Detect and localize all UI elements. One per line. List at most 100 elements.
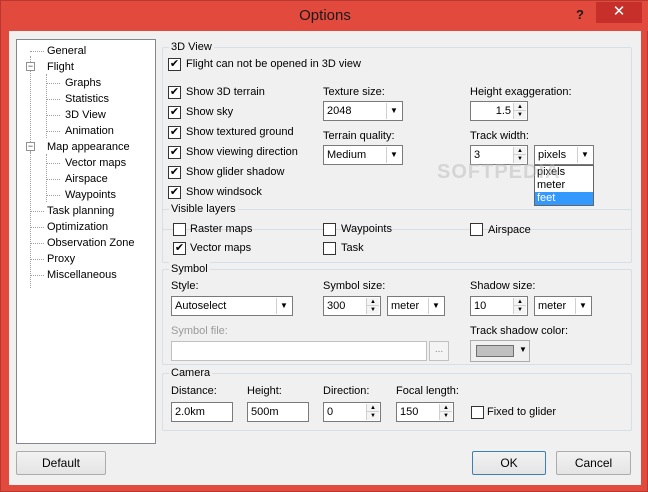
symbol-size-spinner[interactable]: ▲ ▼ [366,298,379,314]
title-bar[interactable]: Options ? ✕ [1,1,648,31]
texture-size-select[interactable]: 2048 ▼ [323,101,403,121]
height-exaggeration-input[interactable]: 1.5 ▲ ▼ [470,101,528,121]
dropdown-option-feet[interactable]: feet [535,192,593,205]
terrain-quality-select[interactable]: Medium ▼ [323,145,403,165]
style-value: Autoselect [175,300,227,312]
raster-maps-checkbox[interactable] [173,223,186,236]
shadow-size-unit-select[interactable]: meter ▼ [534,296,592,316]
group-title: Symbol [169,262,210,276]
symbol-size-unit-select[interactable]: meter ▼ [387,296,445,316]
tree-item-map-appearance[interactable]: Map appearance [47,139,130,155]
terrain-quality-value: Medium [327,149,367,161]
chevron-down-icon: ▼ [386,147,401,163]
focal-length-label: Focal length: [396,385,459,397]
group-title: Camera [169,366,213,380]
tree-item-vector-maps[interactable]: Vector maps [65,155,126,171]
show-textured-ground-checkbox[interactable]: ✔ [168,126,181,139]
tree-item-animation[interactable]: Animation [65,123,114,139]
raster-maps-label: Raster maps [190,223,253,235]
spin-down-icon[interactable]: ▼ [440,412,452,420]
symbol-file-input[interactable] [171,341,427,361]
tree-line [30,51,44,52]
cant-open-checkbox[interactable]: ✔ [168,58,181,71]
collapse-icon[interactable]: − [26,142,35,151]
tree-item-graphs[interactable]: Graphs [65,75,101,91]
tree-item-task-planning[interactable]: Task planning [47,203,114,219]
height-exaggeration-spinner[interactable]: ▲ ▼ [513,103,526,119]
direction-input[interactable]: 0 ▲ ▼ [323,402,381,422]
tree-item-observation-zone[interactable]: Observation Zone [47,235,134,251]
spin-up-icon[interactable]: ▲ [367,298,379,306]
tree-item-statistics[interactable]: Statistics [65,91,109,107]
spin-up-icon[interactable]: ▲ [514,103,526,111]
visible-layers-group: Visible layers Raster maps Waypoints Air… [162,202,632,263]
tree-line [30,152,31,288]
show-glider-shadow-checkbox[interactable]: ✔ [168,166,181,179]
chevron-down-icon: ▼ [386,103,401,119]
distance-input[interactable]: 2.0km [171,402,233,422]
tree-line [30,243,44,244]
options-tree[interactable]: General − Flight Graphs Statistics 3D Vi… [16,39,156,444]
spin-down-icon[interactable]: ▼ [514,111,526,119]
spin-down-icon[interactable]: ▼ [367,412,379,420]
airspace-checkbox[interactable] [470,223,483,236]
track-shadow-color-button[interactable]: ▼ [470,340,530,362]
spin-up-icon[interactable]: ▲ [440,404,452,412]
distance-label: Distance: [171,385,217,397]
show-windsock-checkbox[interactable]: ✔ [168,186,181,199]
waypoints-label: Waypoints [341,223,392,235]
height-input[interactable]: 500m [247,402,309,422]
browse-button[interactable]: ... [429,341,449,361]
tree-item-airspace[interactable]: Airspace [65,171,108,187]
direction-label: Direction: [323,385,370,397]
spin-down-icon[interactable]: ▼ [514,306,526,314]
show-textured-ground-label: Show textured ground [186,126,294,138]
help-button[interactable]: ? [573,7,587,23]
style-select[interactable]: Autoselect ▼ [171,296,293,316]
tree-line [46,131,60,132]
direction-spinner[interactable]: ▲ ▼ [366,404,379,420]
shadow-size-input[interactable]: 10 ▲ ▼ [470,296,528,316]
texture-size-label: Texture size: [323,86,385,98]
tree-line [30,227,44,228]
focal-length-spinner[interactable]: ▲ ▼ [439,404,452,420]
cancel-button[interactable]: Cancel [556,451,631,475]
symbol-size-value: 300 [327,300,346,312]
track-width-value: 3 [474,149,481,161]
tree-line [30,211,44,212]
color-swatch [476,345,514,357]
tree-item-waypoints[interactable]: Waypoints [65,187,116,203]
shadow-size-spinner[interactable]: ▲ ▼ [513,298,526,314]
show-3d-terrain-checkbox[interactable]: ✔ [168,86,181,99]
texture-size-value: 2048 [327,105,352,117]
tree-item-optimization[interactable]: Optimization [47,219,108,235]
tree-item-proxy[interactable]: Proxy [47,251,75,267]
chevron-down-icon: ▼ [276,298,291,314]
show-sky-checkbox[interactable]: ✔ [168,106,181,119]
tree-item-3d-view[interactable]: 3D View [65,107,106,123]
show-3d-terrain-label: Show 3D terrain [186,86,265,98]
collapse-icon[interactable]: − [26,62,35,71]
chevron-down-icon: ▼ [577,147,592,163]
tree-line [46,115,60,116]
waypoints-checkbox[interactable] [323,223,336,236]
spin-up-icon[interactable]: ▲ [514,298,526,306]
default-button[interactable]: Default [16,451,106,475]
symbol-size-input[interactable]: 300 ▲ ▼ [323,296,381,316]
focal-length-input[interactable]: 150 ▲ ▼ [396,402,454,422]
fixed-to-glider-checkbox[interactable] [471,406,484,419]
close-button[interactable]: ✕ [596,2,642,23]
show-viewing-direction-checkbox[interactable]: ✔ [168,146,181,159]
tree-item-miscellaneous[interactable]: Miscellaneous [47,267,117,283]
show-windsock-label: Show windsock [186,186,262,198]
tree-item-flight[interactable]: Flight [47,59,74,75]
vector-maps-checkbox[interactable]: ✔ [173,242,186,255]
focal-length-value: 150 [400,406,419,418]
tree-item-general[interactable]: General [47,43,86,59]
symbol-size-label: Symbol size: [323,280,386,292]
task-checkbox[interactable] [323,242,336,255]
ok-button[interactable]: OK [472,451,546,475]
spin-down-icon[interactable]: ▼ [367,306,379,314]
spin-up-icon[interactable]: ▲ [367,404,379,412]
spin-up-icon[interactable]: ▲ [514,147,526,155]
